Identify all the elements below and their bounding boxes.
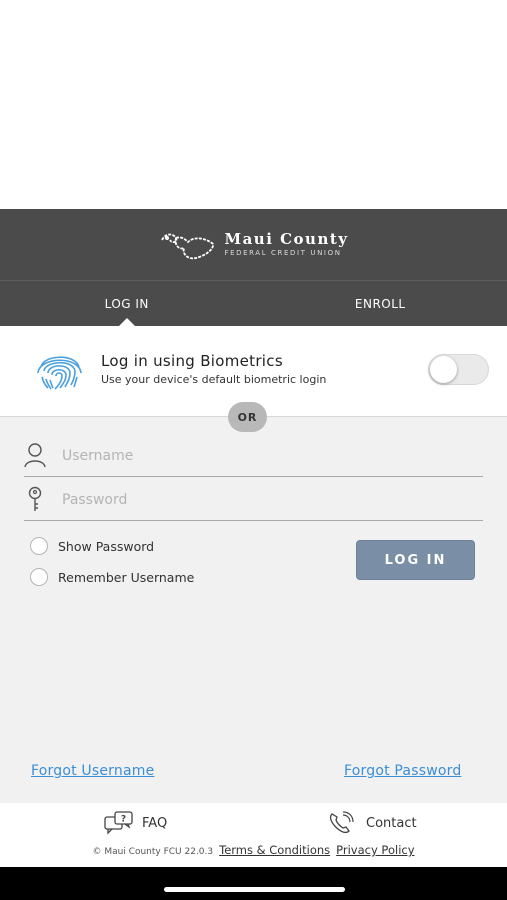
show-password-radio[interactable] [30, 537, 48, 555]
key-icon [28, 486, 42, 511]
faq-chat-icon: ? [104, 811, 133, 835]
brand-name: Maui County [224, 230, 349, 248]
remember-username-label: Remember Username [58, 569, 195, 585]
password-input[interactable] [62, 487, 462, 513]
contact-label: Contact [366, 815, 417, 831]
legal-row: © Maui County FCU 22.0.3 Terms & Conditi… [0, 843, 507, 857]
brand-header: Maui County FEDERAL CREDIT UNION [0, 209, 507, 280]
toggle-knob [430, 356, 457, 383]
home-indicator[interactable] [164, 887, 345, 892]
tab-bar: LOG IN ENROLL [0, 280, 507, 326]
show-password-label: Show Password [58, 538, 155, 554]
footer: ? FAQ Contact © Maui County FCU 22.0.3 T… [0, 803, 507, 867]
brand-logo: Maui County FEDERAL CREDIT UNION [158, 228, 348, 262]
remember-username-radio[interactable] [30, 568, 48, 586]
fingerprint-icon [37, 356, 82, 390]
password-field [24, 481, 483, 521]
brand-subtitle: FEDERAL CREDIT UNION [224, 249, 342, 257]
maui-island-logo [161, 233, 215, 259]
forgot-password-link[interactable]: Forgot Password [344, 763, 461, 779]
privacy-link[interactable]: Privacy Policy [336, 843, 414, 857]
log-in-button[interactable]: LOG IN [356, 540, 475, 580]
username-input[interactable] [62, 443, 462, 469]
forgot-username-link[interactable]: Forgot Username [31, 763, 154, 779]
user-icon [24, 443, 46, 468]
faq-label: FAQ [142, 815, 168, 831]
copyright-text: © Maui County FCU 22.0.3 [92, 847, 214, 857]
contact-button[interactable]: Contact [328, 811, 417, 835]
terms-link[interactable]: Terms & Conditions [219, 843, 330, 857]
svg-text:?: ? [121, 815, 126, 825]
username-field [24, 437, 483, 477]
home-bar [0, 867, 507, 900]
faq-button[interactable]: ? FAQ [104, 811, 167, 835]
show-password-option[interactable]: Show Password [30, 537, 154, 555]
remember-username-option[interactable]: Remember Username [30, 568, 194, 586]
or-divider: OR [228, 402, 267, 432]
phone-icon [329, 811, 354, 834]
blank-area [0, 0, 507, 209]
biometric-title: Log in using Biometrics [101, 352, 283, 370]
biometric-toggle[interactable] [428, 354, 489, 385]
biometric-subtitle: Use your device's default biometric logi… [101, 373, 327, 386]
tab-log-in[interactable]: LOG IN [0, 281, 254, 326]
tab-enroll[interactable]: ENROLL [254, 281, 507, 326]
